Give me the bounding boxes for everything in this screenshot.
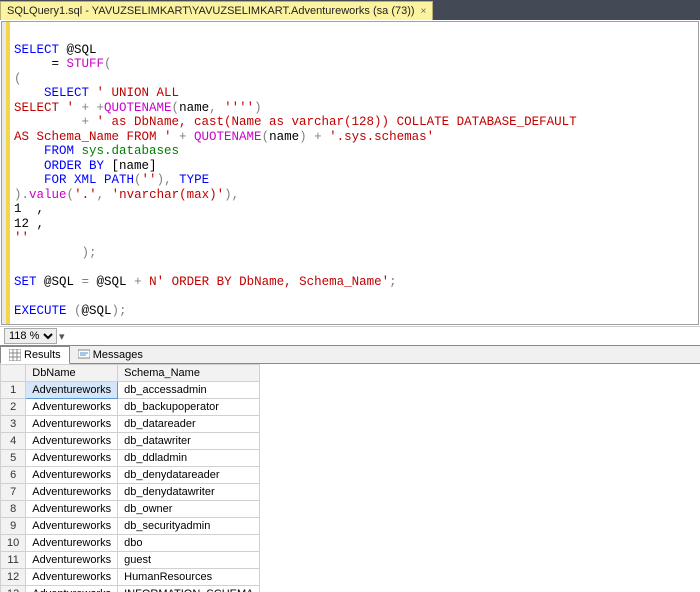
row-number[interactable]: 13 [1, 586, 26, 592]
row-number[interactable]: 1 [1, 382, 26, 399]
code-line: 1 , [14, 202, 44, 216]
cell-schemaname[interactable]: db_securityadmin [118, 518, 260, 535]
messages-icon [78, 349, 90, 361]
results-grid[interactable]: DbName Schema_Name 1Adventureworksdb_acc… [0, 364, 700, 592]
zoom-select[interactable]: 118 % [4, 328, 57, 344]
table-row[interactable]: 10Adventureworksdbo [1, 535, 260, 552]
code-line: EXECUTE (@SQL); [14, 304, 127, 318]
cell-dbname[interactable]: Adventureworks [26, 586, 118, 592]
row-number[interactable]: 8 [1, 501, 26, 518]
row-number[interactable]: 10 [1, 535, 26, 552]
row-number[interactable]: 6 [1, 467, 26, 484]
tab-messages-label: Messages [93, 349, 143, 361]
row-number[interactable]: 3 [1, 416, 26, 433]
zoom-bar: 118 % ▾ [0, 326, 700, 345]
tab-messages[interactable]: Messages [70, 346, 151, 363]
code-line: FROM sys.databases [14, 144, 179, 158]
cell-schemaname[interactable]: HumanResources [118, 569, 260, 586]
table-row[interactable]: 8Adventureworksdb_owner [1, 501, 260, 518]
cell-dbname[interactable]: Adventureworks [26, 552, 118, 569]
row-number[interactable]: 9 [1, 518, 26, 535]
editor-container: SELECT @SQL = STUFF( ( SELECT ' UNION AL… [1, 21, 699, 325]
cell-dbname[interactable]: Adventureworks [26, 501, 118, 518]
code-line: ( [14, 72, 22, 86]
table-row[interactable]: 5Adventureworksdb_ddladmin [1, 450, 260, 467]
zoom-dropdown-icon[interactable]: ▾ [59, 330, 65, 343]
file-tab[interactable]: SQLQuery1.sql - YAVUZSELIMKART\YAVUZSELI… [0, 1, 433, 20]
table-row[interactable]: 13AdventureworksINFORMATION_SCHEMA [1, 586, 260, 592]
code-line: SELECT ' UNION ALL [14, 86, 179, 100]
cell-dbname[interactable]: Adventureworks [26, 433, 118, 450]
cell-schemaname[interactable]: db_ddladmin [118, 450, 260, 467]
row-number[interactable]: 12 [1, 569, 26, 586]
row-number[interactable]: 2 [1, 399, 26, 416]
table-header-row: DbName Schema_Name [1, 365, 260, 382]
cell-schemaname[interactable]: guest [118, 552, 260, 569]
results-table: DbName Schema_Name 1Adventureworksdb_acc… [0, 364, 260, 592]
cell-schemaname[interactable]: db_denydatawriter [118, 484, 260, 501]
table-row[interactable]: 2Adventureworksdb_backupoperator [1, 399, 260, 416]
tab-results[interactable]: Results [0, 346, 70, 364]
table-row[interactable]: 9Adventureworksdb_securityadmin [1, 518, 260, 535]
close-icon[interactable]: × [421, 6, 427, 17]
result-tabs: Results Messages [0, 345, 700, 364]
cell-dbname[interactable]: Adventureworks [26, 518, 118, 535]
cell-dbname[interactable]: Adventureworks [26, 484, 118, 501]
cell-dbname[interactable]: Adventureworks [26, 569, 118, 586]
table-row[interactable]: 11Adventureworksguest [1, 552, 260, 569]
table-row[interactable]: 1Adventureworksdb_accessadmin [1, 382, 260, 399]
code-area[interactable]: SELECT @SQL = STUFF( ( SELECT ' UNION AL… [10, 22, 698, 324]
code-line: 12 , [14, 217, 44, 231]
code-line: = STUFF( [14, 57, 112, 71]
row-number[interactable]: 11 [1, 552, 26, 569]
cell-schemaname[interactable]: db_accessadmin [118, 382, 260, 399]
sql-editor[interactable]: SELECT @SQL = STUFF( ( SELECT ' UNION AL… [2, 22, 698, 324]
header-rownum[interactable] [1, 365, 26, 382]
cell-schemaname[interactable]: db_owner [118, 501, 260, 518]
cell-schemaname[interactable]: db_datawriter [118, 433, 260, 450]
row-number[interactable]: 7 [1, 484, 26, 501]
header-schemaname[interactable]: Schema_Name [118, 365, 260, 382]
header-dbname[interactable]: DbName [26, 365, 118, 382]
tab-results-label: Results [24, 349, 61, 361]
row-number[interactable]: 4 [1, 433, 26, 450]
code-line: ); [14, 246, 97, 260]
cell-dbname[interactable]: Adventureworks [26, 416, 118, 433]
cell-dbname[interactable]: Adventureworks [26, 467, 118, 484]
table-row[interactable]: 4Adventureworksdb_datawriter [1, 433, 260, 450]
code-line: + ' as DbName, cast(Name as varchar(128)… [14, 115, 577, 129]
row-number[interactable]: 5 [1, 450, 26, 467]
cell-dbname[interactable]: Adventureworks [26, 450, 118, 467]
code-line: '' [14, 231, 29, 245]
cell-schemaname[interactable]: db_denydatareader [118, 467, 260, 484]
code-line: FOR XML PATH(''), TYPE [14, 173, 209, 187]
code-line: AS Schema_Name FROM ' + QUOTENAME(name) … [14, 130, 434, 144]
code-line: ORDER BY [name] [14, 159, 157, 173]
table-row[interactable]: 12AdventureworksHumanResources [1, 569, 260, 586]
grid-icon [9, 349, 21, 361]
cell-dbname[interactable]: Adventureworks [26, 399, 118, 416]
cell-schemaname[interactable]: INFORMATION_SCHEMA [118, 586, 260, 592]
code-line: SELECT @SQL [14, 43, 97, 57]
cell-schemaname[interactable]: db_datareader [118, 416, 260, 433]
cell-schemaname[interactable]: dbo [118, 535, 260, 552]
file-tab-title: SQLQuery1.sql - YAVUZSELIMKART\YAVUZSELI… [7, 5, 415, 17]
table-row[interactable]: 7Adventureworksdb_denydatawriter [1, 484, 260, 501]
table-row[interactable]: 6Adventureworksdb_denydatareader [1, 467, 260, 484]
cell-dbname[interactable]: Adventureworks [26, 382, 118, 399]
cell-schemaname[interactable]: db_backupoperator [118, 399, 260, 416]
cell-dbname[interactable]: Adventureworks [26, 535, 118, 552]
code-line: SELECT ' + +QUOTENAME(name, '''') [14, 101, 262, 115]
table-row[interactable]: 3Adventureworksdb_datareader [1, 416, 260, 433]
tab-bar: SQLQuery1.sql - YAVUZSELIMKART\YAVUZSELI… [0, 0, 700, 20]
code-line: SET @SQL = @SQL + N' ORDER BY DbName, Sc… [14, 275, 397, 289]
code-line: ).value('.', 'nvarchar(max)'), [14, 188, 239, 202]
